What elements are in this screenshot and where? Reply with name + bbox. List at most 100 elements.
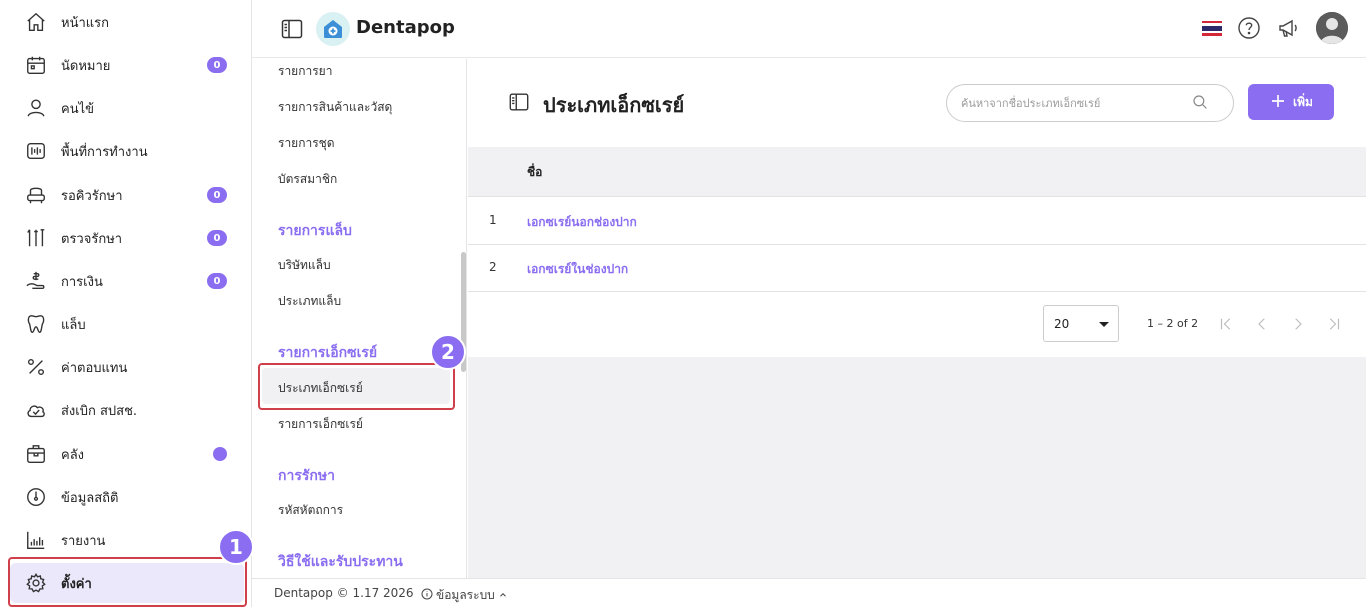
submenu-item-set-list[interactable]: รายการชุด [278,134,335,153]
count-badge: 0 [207,230,227,246]
help-icon[interactable] [1236,15,1262,41]
footer: Dentapop © 1.17 2026 ข้อมูลระบบ [252,578,1366,607]
sidebar-item-appointments[interactable]: นัดหมาย 0 [10,45,244,85]
sidebar-item-label: รอคิวรักษา [61,188,123,204]
sidebar-item-treatment[interactable]: ตรวจรักษา 0 [10,218,244,258]
main-content: ประเภทเอ็กซเรย์ เพิ่ม ชื่อ 1 เอกซเรย์นอก… [468,59,1366,578]
sidebar-item-label: หน้าแรก [61,15,109,31]
sidebar-toggle-icon[interactable] [280,17,304,41]
sidebar-item-label: แล็บ [61,317,86,333]
bar-chart-icon [24,528,48,552]
footer-copyright: Dentapop © 1.17 2026 [274,586,414,600]
column-header-name: ชื่อ [527,165,543,179]
sidebar-item-label: คลัง [61,447,85,463]
row-name-link[interactable]: เอกซเรย์ในช่องปาก [527,260,628,279]
tooth-icon [24,312,48,336]
sidebar-item-compensation[interactable]: ค่าตอบแทน [10,347,244,387]
callout-number-2: 2 [430,334,466,370]
first-page-icon[interactable] [1216,314,1236,334]
submenu-item-member-card[interactable]: บัตรสมาชิก [278,170,337,189]
dental-chair-icon [24,183,48,207]
sidebar-item-label: พื้นที่การทำงาน [61,144,148,160]
sidebar-item-label: การเงิน [61,274,103,290]
count-badge: 0 [207,57,227,73]
workspace-icon [24,139,48,163]
submenu-item-xray-list[interactable]: รายการเอ็กซเรย์ [278,415,363,434]
sidebar-item-workspace[interactable]: พื้นที่การทำงาน [10,131,244,171]
table-row: 2 เอกซเรย์ในช่องปาก [468,245,1366,292]
user-icon [24,96,48,120]
search-icon[interactable] [1191,93,1209,111]
prev-page-icon[interactable] [1252,314,1272,334]
submenu-section-xray: รายการเอ็กซเรย์ [278,345,378,361]
page-size-value: 20 [1054,316,1070,331]
sidebar-item-home[interactable]: หน้าแรก [10,2,244,42]
sidebar-item-label: รายงาน [61,533,106,549]
submenu-item-product-list[interactable]: รายการสินค้าและวัสดุ [278,98,392,117]
add-button-label: เพิ่ม [1293,94,1313,109]
sidebar-item-label: ค่าตอบแทน [61,360,128,376]
sidebar-item-statistics[interactable]: ข้อมูลสถิติ [10,477,244,517]
page-title: ประเภทเอ็กซเรย์ [543,93,685,117]
sidebar-item-inventory[interactable]: คลัง [10,434,244,474]
calendar-icon [24,53,48,77]
xray-type-panel: ประเภทเอ็กซเรย์ เพิ่ม ชื่อ 1 เอกซเรย์นอก… [468,59,1366,357]
plus-icon [1269,92,1287,113]
percent-icon [24,355,48,379]
thai-flag-icon[interactable] [1202,20,1222,36]
home-icon [24,10,48,34]
table-header: ชื่อ [468,147,1366,197]
dental-tools-icon [24,226,48,250]
submenu-section-usage: วิธีใช้และรับประทาน [278,554,403,570]
row-index: 1 [489,213,497,227]
settings-submenu: รายการยา รายการสินค้าและวัสดุ รายการชุด … [252,59,467,578]
top-bar-actions [1202,12,1348,44]
pagination-range: 1 – 2 of 2 [1147,317,1199,330]
avatar[interactable] [1316,12,1348,44]
callout-highlight-settings [8,557,247,607]
gauge-icon [24,485,48,509]
last-page-icon[interactable] [1324,314,1344,334]
next-page-icon[interactable] [1288,314,1308,334]
count-badge: 0 [207,273,227,289]
submenu-item-procedure-code[interactable]: รหัสหัตถการ [278,501,343,520]
box-icon [24,442,48,466]
page-size-select[interactable]: 20 [1043,305,1119,342]
submenu-item-drug-list[interactable]: รายการยา [278,62,332,81]
sidebar-item-label: ตรวจรักษา [61,231,123,247]
callout-highlight-xray-type [258,363,455,410]
add-button[interactable]: เพิ่ม [1248,84,1334,120]
submenu-item-lab-company[interactable]: บริษัทแล็บ [278,256,331,275]
money-hand-icon [24,269,48,293]
caret-down-icon [1099,322,1109,327]
sidebar-item-nhso-claims[interactable]: ส่งเบิก สปสช. [10,390,244,430]
sidebar-item-label: คนไข้ [61,101,95,117]
sidebar-item-queue[interactable]: รอคิวรักษา 0 [10,175,244,215]
count-badge: 0 [207,187,227,203]
chevron-up-icon [498,589,508,603]
submenu-item-lab-type[interactable]: ประเภทแล็บ [278,292,341,311]
submenu-section-treatment: การรักษา [278,468,335,484]
sidebar-item-label: ข้อมูลสถิติ [61,490,119,506]
app-root: หน้าแรก นัดหมาย 0 คนไข้ พื้นที่การทำงาน … [0,0,1366,607]
top-bar: Dentapop [252,0,1366,58]
sidebar: หน้าแรก นัดหมาย 0 คนไข้ พื้นที่การทำงาน … [0,0,252,607]
panel-toggle-icon[interactable] [508,91,530,113]
cloud-check-icon [24,398,48,422]
notification-dot [213,447,227,461]
row-index: 2 [489,260,497,274]
system-info-link[interactable]: ข้อมูลระบบ [421,586,508,605]
sidebar-item-label: นัดหมาย [61,58,111,74]
megaphone-icon[interactable] [1276,15,1302,41]
sidebar-item-finance[interactable]: การเงิน 0 [10,261,244,301]
sidebar-item-reports[interactable]: รายงาน [10,520,244,560]
table-row: 1 เอกซเรย์นอกช่องปาก [468,198,1366,245]
sidebar-item-lab[interactable]: แล็บ [10,304,244,344]
sidebar-item-patients[interactable]: คนไข้ [10,88,244,128]
brand-name: Dentapop [356,17,455,38]
submenu-section-lab: รายการแล็บ [278,223,352,239]
dentapop-logo [316,12,350,46]
row-name-link[interactable]: เอกซเรย์นอกช่องปาก [527,213,637,232]
info-icon [421,588,433,603]
sidebar-item-label: ส่งเบิก สปสช. [61,403,138,419]
